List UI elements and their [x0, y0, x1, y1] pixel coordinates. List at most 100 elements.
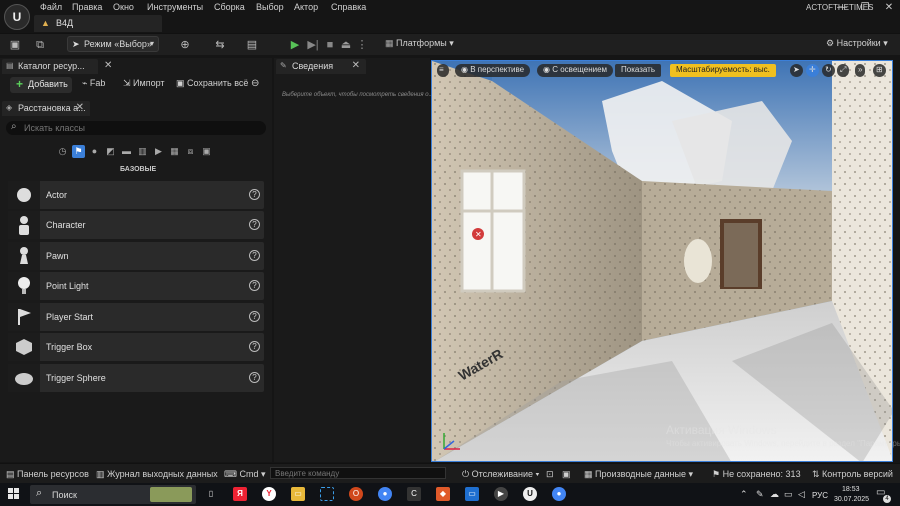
- eject-icon[interactable]: ⏏: [339, 38, 353, 52]
- help-icon[interactable]: ?: [249, 250, 260, 261]
- menu-help[interactable]: Справка: [331, 2, 366, 12]
- menu-window[interactable]: Окно: [113, 2, 134, 12]
- menu-select[interactable]: Выбор: [256, 2, 284, 12]
- place-actor-item[interactable]: Player Start ?: [8, 303, 264, 331]
- unsaved-button[interactable]: ⚑ Не сохранено: 313: [712, 469, 801, 480]
- level-viewport[interactable]: WaterR ✕: [431, 60, 893, 462]
- place-actor-item[interactable]: Actor ?: [8, 181, 264, 209]
- place-actor-item[interactable]: Pawn ?: [8, 242, 264, 270]
- scalability-badge[interactable]: Масштабируемость: выс.: [670, 64, 776, 77]
- monitor-icon[interactable]: ▭: [465, 487, 479, 501]
- rotate-icon[interactable]: ↻: [822, 64, 835, 77]
- place-actor-item[interactable]: Trigger Box ?: [8, 333, 264, 361]
- fab-category-icon[interactable]: ▣: [200, 145, 213, 158]
- platforms-button[interactable]: ▦ Платформы ▾: [385, 38, 454, 49]
- place-actors-tab[interactable]: ◈ Расстановка а... ✕: [2, 101, 90, 116]
- import-button[interactable]: ⇲ Импорт: [123, 78, 165, 89]
- minimize-icon[interactable]: —: [832, 1, 852, 14]
- play-icon[interactable]: ▶: [288, 38, 302, 52]
- class-search-input[interactable]: ⌕: [6, 121, 266, 135]
- level-tab[interactable]: ▲ В4Д: [34, 15, 162, 32]
- geometry-icon[interactable]: ⧈: [184, 145, 197, 158]
- perspective-button[interactable]: ◉ В перспективе: [455, 64, 531, 77]
- chrome-icon[interactable]: ●: [552, 487, 566, 501]
- terminal-icon[interactable]: C: [407, 487, 421, 501]
- close-tab-icon[interactable]: ✕: [104, 60, 112, 71]
- file-explorer-icon[interactable]: ▭: [291, 487, 305, 501]
- viewport-menu-icon[interactable]: ≡: [437, 64, 449, 77]
- expand-toolbar-icon[interactable]: »: [855, 64, 866, 77]
- yandex-browser-icon[interactable]: Y: [262, 487, 276, 501]
- add-button[interactable]: + Добавить: [10, 77, 72, 93]
- pen-icon[interactable]: ✎: [756, 489, 764, 500]
- cinematic-icon[interactable]: ▬: [120, 145, 133, 158]
- trace-button[interactable]: ⏻ Отслеживание ▾: [462, 469, 539, 480]
- volume-icon[interactable]: ◁: [798, 489, 805, 500]
- help-icon[interactable]: ?: [249, 341, 260, 352]
- mode-select-button[interactable]: ➤ Режим «Выбор» ▾: [67, 36, 159, 52]
- onedrive-icon[interactable]: ☁: [770, 489, 779, 500]
- step-icon[interactable]: ▶|: [306, 38, 320, 52]
- content-drawer-button[interactable]: ▤ Панель ресурсов: [6, 469, 89, 480]
- menu-actor[interactable]: Актор: [294, 2, 318, 12]
- close-tab-icon[interactable]: ✕: [76, 102, 84, 113]
- blueprint-icon[interactable]: ⇆: [213, 38, 227, 52]
- menu-file[interactable]: Файл: [40, 2, 62, 12]
- volumes-icon[interactable]: ▶: [152, 145, 165, 158]
- console-command-text[interactable]: [271, 468, 445, 479]
- help-icon[interactable]: ?: [249, 189, 260, 200]
- browse-icon[interactable]: ⧉: [33, 38, 47, 52]
- save-all-button[interactable]: ▣ Сохранить всё: [176, 78, 248, 89]
- language-indicator[interactable]: РУС: [812, 491, 828, 500]
- help-icon[interactable]: ?: [249, 372, 260, 383]
- battery-icon[interactable]: ▭: [784, 489, 793, 500]
- close-window-icon[interactable]: ✕: [879, 1, 899, 14]
- unreal-engine-taskbar-icon[interactable]: U: [523, 487, 537, 501]
- lights-icon[interactable]: ●: [88, 145, 101, 158]
- stop-icon[interactable]: ■: [323, 38, 337, 52]
- save-icon[interactable]: ▣: [8, 38, 22, 52]
- help-icon[interactable]: ?: [249, 219, 260, 230]
- viewport-layout-icon[interactable]: ⊞: [873, 64, 886, 77]
- place-actor-item[interactable]: Trigger Sphere ?: [8, 364, 264, 392]
- revision-control-button[interactable]: ⇅ Контроль версий: [812, 469, 893, 480]
- content-browser-tab[interactable]: ▤ Каталог ресур...: [2, 59, 98, 74]
- cmd-selector[interactable]: ⌨ Cmd ▾: [224, 469, 266, 480]
- visual-effects-icon[interactable]: ▥: [136, 145, 149, 158]
- console-command-input[interactable]: [270, 467, 446, 479]
- unreal-logo-icon[interactable]: U: [4, 4, 30, 30]
- translate-icon[interactable]: ✛: [806, 64, 819, 77]
- screenshot-icon[interactable]: ▣: [562, 469, 571, 480]
- place-actor-item[interactable]: Point Light ?: [8, 272, 264, 300]
- all-classes-icon[interactable]: ▦: [168, 145, 181, 158]
- add-content-icon[interactable]: ⊕: [178, 38, 192, 52]
- task-view-icon[interactable]: ▯: [204, 487, 218, 501]
- opera-icon[interactable]: O: [349, 487, 363, 501]
- clock-time[interactable]: 18:53: [842, 486, 860, 493]
- menu-edit[interactable]: Правка: [72, 2, 102, 12]
- basic-category-icon[interactable]: ⚑: [72, 145, 85, 158]
- chrome-icon[interactable]: ●: [378, 487, 392, 501]
- chevron-up-icon[interactable]: ⌃: [740, 489, 748, 500]
- menu-tools[interactable]: Инструменты: [147, 2, 203, 12]
- help-icon[interactable]: ?: [249, 311, 260, 322]
- clock-date[interactable]: 30.07.2025: [834, 496, 869, 503]
- history-back-icon[interactable]: ⊖: [251, 78, 259, 89]
- media-player-icon[interactable]: ▶: [494, 487, 508, 501]
- cinematics-icon[interactable]: ▤: [245, 38, 259, 52]
- app-icon[interactable]: ◆: [436, 487, 450, 501]
- help-icon[interactable]: ?: [249, 280, 260, 291]
- record-icon[interactable]: ⊡: [546, 469, 554, 480]
- derived-data-button[interactable]: ▦ Производные данные ▾: [584, 469, 693, 480]
- close-tab-icon[interactable]: ✕: [352, 60, 360, 71]
- recent-icon[interactable]: ◷: [56, 145, 69, 158]
- shapes-icon[interactable]: ◩: [104, 145, 117, 158]
- menu-build[interactable]: Сборка: [214, 2, 245, 12]
- class-search-text[interactable]: [24, 122, 259, 134]
- details-tab[interactable]: ✎ Сведения ✕: [276, 59, 366, 74]
- show-button[interactable]: Показать: [615, 64, 662, 77]
- maximize-icon[interactable]: ❐: [855, 1, 875, 14]
- output-log-button[interactable]: ▥ Журнал выходных данных: [96, 469, 218, 480]
- snipping-tool-icon[interactable]: [320, 487, 334, 501]
- fab-button[interactable]: ⌁ Fab: [82, 78, 105, 89]
